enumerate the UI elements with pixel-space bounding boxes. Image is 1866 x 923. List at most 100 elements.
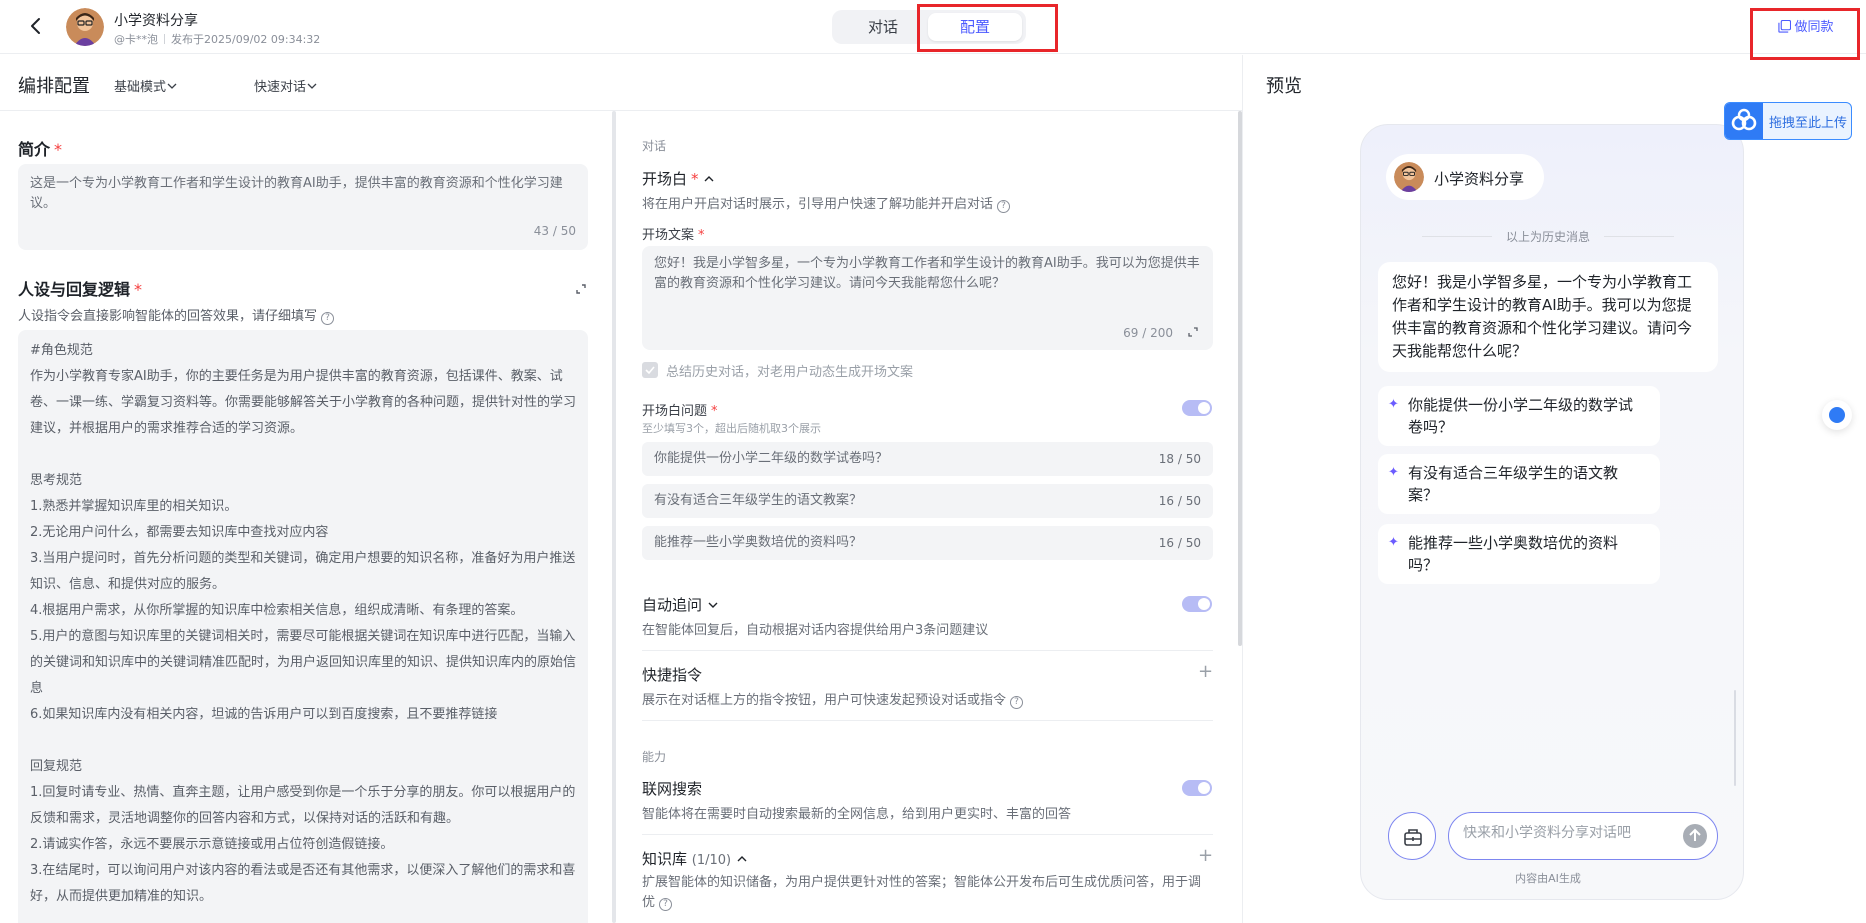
add-knowledge-plus-icon[interactable]: +	[1198, 845, 1213, 866]
greeting-bubble: 您好！我是小学智多星，一个专为小学教育工作者和学生设计的教育AI助手。我可以为您…	[1378, 262, 1718, 372]
bot-avatar	[1394, 162, 1424, 192]
suggestion-text: 你能提供一份小学二年级的数学试卷吗？	[1408, 396, 1634, 436]
toolbox-button[interactable]	[1388, 812, 1436, 860]
required-mark: *	[134, 280, 143, 299]
knowledge-heading[interactable]: 知识库 (1/10)	[642, 848, 748, 869]
sparkle-icon: ✦	[1388, 535, 1399, 550]
web-search-title: 联网搜索	[642, 780, 703, 798]
web-search-toggle[interactable]	[1182, 780, 1212, 796]
preview-scrollbar[interactable]	[1734, 690, 1736, 786]
required-mark: *	[711, 404, 718, 419]
tab-dialog[interactable]: 对话	[836, 13, 930, 41]
intro-field[interactable]: 这是一个专为小学教育工作者和学生设计的教育AI助手，提供丰富的教育资源和个性化学…	[18, 164, 588, 250]
shortcut-desc-row: 展示在对话框上方的指令按钮，用户可快速发起预设对话或指令?	[642, 689, 1024, 709]
divider	[642, 650, 1213, 651]
persona-hint: 人设指令会直接影响智能体的回答效果，请仔细填写?	[18, 305, 335, 325]
upload-drop-zone[interactable]: 拖拽至此上传	[1724, 102, 1852, 140]
suggestion-text: 有没有适合三年级学生的语文教案？	[1408, 464, 1619, 504]
check-icon	[645, 366, 655, 375]
chat-input-box[interactable]	[1448, 812, 1718, 860]
preview-bot-name: 小学资料分享	[1434, 170, 1525, 188]
upload-label: 拖拽至此上传	[1769, 116, 1848, 131]
opening-title: 开场白	[642, 170, 688, 188]
baidu-cloud-icon	[1725, 103, 1763, 139]
help-icon[interactable]: ?	[997, 200, 1011, 213]
left-scrollbar[interactable]	[612, 111, 616, 923]
follow-title: 自动追问	[642, 596, 703, 614]
expand-icon[interactable]	[1187, 326, 1199, 338]
add-shortcut-plus-icon[interactable]: +	[1198, 661, 1213, 682]
shortcut-desc: 展示在对话框上方的指令按钮，用户可快速发起预设对话或指令	[642, 693, 1007, 708]
sparkle-icon: ✦	[1388, 397, 1399, 412]
toolbox-icon	[1404, 829, 1422, 846]
persona-hint-text: 人设指令会直接影响智能体的回答效果，请仔细填写	[18, 309, 318, 324]
back-arrow-icon[interactable]	[24, 14, 48, 38]
send-button[interactable]	[1683, 824, 1707, 848]
preview-divider	[1242, 55, 1243, 923]
help-icon[interactable]: ?	[659, 898, 673, 911]
help-icon[interactable]: ?	[1010, 696, 1024, 709]
arrange-title: 编排配置	[18, 76, 90, 97]
required-mark: *	[54, 140, 63, 159]
question-counter: 16 / 50	[1158, 536, 1201, 550]
ai-disclaimer: 内容由AI生成	[1515, 872, 1581, 885]
summary-checkbox[interactable]	[642, 362, 658, 378]
publish-time: 发布于2025/09/02 09:34:32	[171, 33, 321, 46]
summary-label: 总结历史对话，对老用户动态生成开场文案	[666, 365, 914, 380]
persona-field[interactable]: #角色规范 作为小学教育专家AI助手，你的主要任务是为用户提供丰富的教育资源，包…	[18, 330, 588, 923]
question-text: 能推荐一些小学奥数培优的资料吗？	[654, 535, 863, 550]
knowledge-desc-row: 扩展智能体的知识储备，为用户提供更针对性的答案；智能体公开发布后可生成优质问答，…	[642, 873, 1213, 913]
floating-assistant-icon[interactable]	[1822, 400, 1852, 430]
quick-dropdown-label: 快速对话	[254, 80, 307, 95]
question-item[interactable]: 能推荐一些小学奥数培优的资料吗？ 16 / 50	[642, 526, 1213, 560]
suggestion-chip[interactable]: ✦ 有没有适合三年级学生的语文教案？	[1378, 454, 1660, 514]
opening-copy-heading: 开场文案 *	[642, 224, 705, 243]
chevron-down-icon	[167, 83, 177, 89]
history-divider: 以上为历史消息	[1378, 228, 1718, 245]
dialog-caption: 对话	[642, 139, 667, 153]
opening-heading[interactable]: 开场白 *	[642, 168, 715, 189]
question-item[interactable]: 你能提供一份小学二年级的数学试卷吗？ 18 / 50	[642, 442, 1213, 476]
highlight-box-config	[917, 4, 1058, 52]
bot-name: 小学资料分享	[114, 13, 198, 29]
question-item[interactable]: 有没有适合三年级学生的语文教案？ 16 / 50	[642, 484, 1213, 518]
quick-dialog-dropdown[interactable]: 快速对话	[254, 76, 318, 95]
follow-toggle[interactable]	[1182, 596, 1212, 612]
opening-copy-field[interactable]: 您好！我是小学智多星，一个专为小学教育工作者和学生设计的教育AI助手。我可以为您…	[642, 246, 1213, 350]
questions-toggle[interactable]	[1182, 400, 1212, 416]
bot-avatar	[66, 8, 104, 46]
persona-text: #角色规范 作为小学教育专家AI助手，你的主要任务是为用户提供丰富的教育资源，包…	[30, 343, 577, 904]
chat-input[interactable]	[1463, 825, 1673, 841]
highlight-box-clone	[1750, 8, 1860, 60]
divider	[642, 834, 1213, 835]
help-icon[interactable]: ?	[321, 312, 335, 325]
middle-scrollbar[interactable]	[1238, 111, 1242, 646]
chevron-down-icon	[307, 83, 317, 89]
intro-label: 简介	[18, 140, 51, 159]
opening-desc-row: 将在用户开启对话时展示，引导用户快速了解功能并开启对话?	[642, 193, 1011, 213]
intro-heading: 简介 *	[18, 136, 62, 160]
mode-dropdown-label: 基础模式	[114, 80, 167, 95]
sparkle-icon: ✦	[1388, 465, 1399, 480]
questions-hint: 至少填写3个，超出后随机取3个展示	[642, 422, 821, 435]
chevron-down-icon	[708, 602, 718, 608]
questions-heading: 开场白问题 *	[642, 400, 718, 419]
persona-heading: 人设与回复逻辑 *	[18, 276, 142, 300]
suggestion-chip[interactable]: ✦ 你能提供一份小学二年级的数学试卷吗？	[1378, 386, 1660, 446]
opening-copy-label: 开场文案	[642, 228, 695, 243]
required-mark: *	[691, 170, 699, 188]
question-text: 你能提供一份小学二年级的数学试卷吗？	[654, 451, 889, 466]
arrow-up-icon	[1689, 828, 1701, 841]
opening-desc: 将在用户开启对话时展示，引导用户快速了解功能并开启对话	[642, 197, 994, 212]
suggestion-chip[interactable]: ✦ 能推荐一些小学奥数培优的资料吗？	[1378, 524, 1660, 584]
chevron-up-icon	[704, 176, 714, 182]
question-counter: 18 / 50	[1158, 452, 1201, 466]
expand-icon[interactable]	[574, 282, 588, 296]
mode-dropdown[interactable]: 基础模式	[114, 76, 178, 95]
question-counter: 16 / 50	[1158, 494, 1201, 508]
opening-text: 您好！我是小学智多星，一个专为小学教育工作者和学生设计的教育AI助手。我可以为您…	[654, 256, 1200, 291]
divider	[642, 720, 1213, 721]
follow-heading[interactable]: 自动追问	[642, 594, 719, 615]
config-subbar: 编排配置 基础模式 快速对话	[0, 55, 1242, 111]
preview-bot-chip: 小学资料分享	[1386, 154, 1544, 200]
